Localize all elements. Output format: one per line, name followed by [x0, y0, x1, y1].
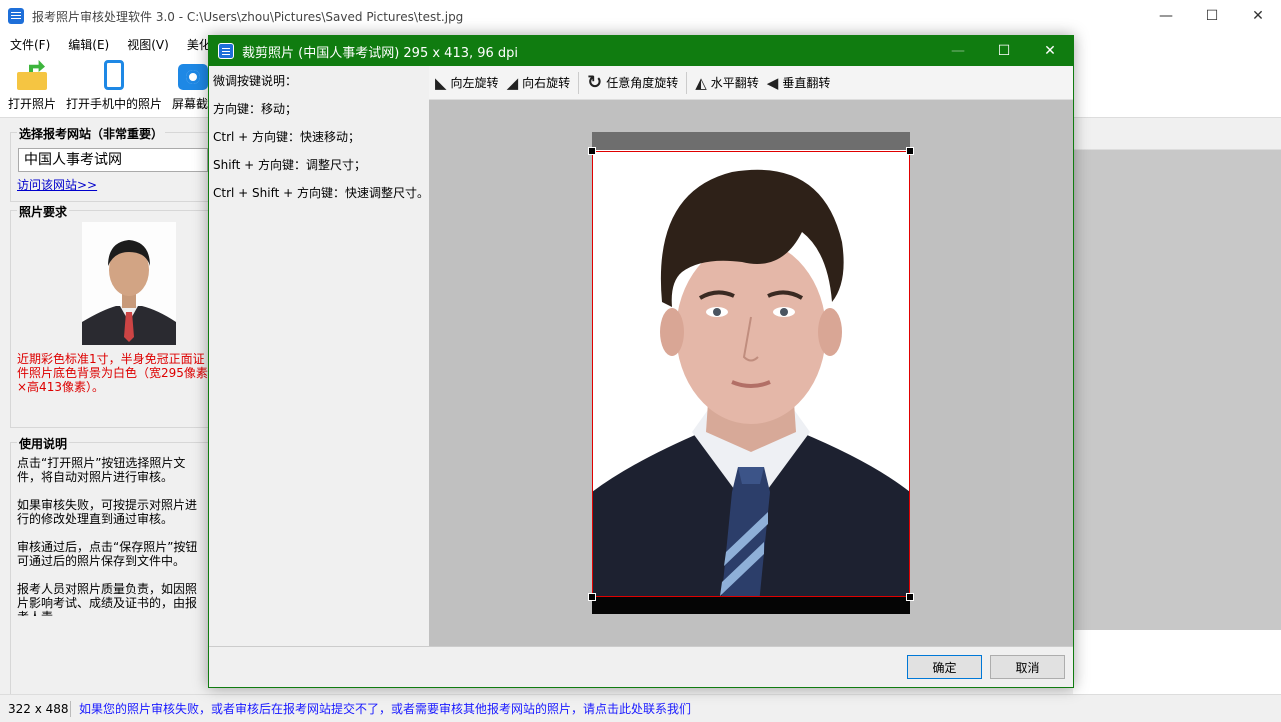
toolbar-separator [686, 71, 688, 94]
screenshot-button[interactable]: 屏幕截 [172, 60, 208, 112]
crop-handle-top-left[interactable] [588, 147, 596, 155]
open-photo-button[interactable]: 打开照片 [8, 60, 56, 112]
help-heading: 微调按键说明： [213, 74, 298, 88]
rotate-right-icon: ◢ [506, 73, 519, 92]
crop-dialog: 裁剪照片 (中国人事考试网) 295 x 413, 96 dpi — ☐ ✕ 微… [208, 35, 1074, 688]
left-panel: 选择报考网站（非常重要） 中国人事考试网 访问该网站>> 照片要求 近期彩色标准… [0, 118, 208, 722]
help-line-fast-move: Ctrl + 方向键：快速移动； [213, 130, 361, 144]
phone-icon [104, 60, 124, 90]
maximize-button[interactable]: ☐ [1189, 0, 1235, 32]
flip-horizontal-label: 水平翻转 [710, 76, 759, 90]
dialog-window-controls: — ☐ ✕ [935, 36, 1073, 66]
status-image-size: 322 x 488 [8, 701, 69, 716]
menu-file[interactable]: 文件(F) [0, 36, 58, 53]
sample-photo [82, 222, 176, 345]
rotate-any-icon: ↻ [587, 72, 603, 93]
open-photo-label: 打开照片 [8, 97, 57, 111]
tab-strip [1073, 118, 1281, 150]
flip-horizontal-icon: ◭ [695, 73, 707, 92]
rotate-any-label: 任意角度旋转 [606, 76, 679, 90]
dialog-app-icon [218, 43, 234, 59]
keyboard-help-panel: 微调按键说明： 方向键：移动； Ctrl + 方向键：快速移动； Shift +… [209, 66, 429, 646]
dialog-toolbar: ◣ 向左旋转 ◢ 向右旋转 ↻ 任意角度旋转 ◭ 水平翻转 ◀ 垂直翻转 [429, 66, 1073, 100]
flip-horizontal-button[interactable]: ◭ 水平翻转 [695, 74, 759, 92]
usage-title: 使用说明 [17, 435, 70, 452]
usage-text: 点击“打开照片”按钮选择照片文件，将自动对照片进行审核。 如果审核失败，可按提示… [17, 456, 198, 616]
requirement-title: 照片要求 [17, 203, 70, 220]
dialog-title: 裁剪照片 (中国人事考试网) 295 x 413, 96 dpi [242, 45, 519, 61]
site-section-title: 选择报考网站（非常重要） [17, 125, 166, 142]
crop-rectangle[interactable] [588, 147, 914, 601]
crop-handle-bottom-left[interactable] [588, 593, 596, 601]
contact-link[interactable]: 如果您的照片审核失败，或者审核后在报考网站提交不了，或者需要审核其他报考网站的照… [79, 700, 691, 717]
rotate-left-label: 向左旋转 [450, 76, 499, 90]
dialog-maximize-button[interactable]: ☐ [981, 36, 1027, 66]
crop-handle-top-right[interactable] [906, 147, 914, 155]
app-icon [8, 8, 24, 24]
minimize-button[interactable]: — [1143, 0, 1189, 32]
flip-vertical-icon: ◀ [766, 73, 779, 92]
rotate-right-button[interactable]: ◢ 向右旋转 [507, 74, 571, 92]
open-phone-photo-label: 打开手机中的照片 [66, 97, 163, 111]
rotate-left-button[interactable]: ◣ 向左旋转 [435, 74, 499, 92]
help-line-resize: Shift + 方向键：调整尺寸； [213, 158, 366, 172]
cancel-button[interactable]: 取消 [990, 655, 1065, 679]
menu-view[interactable]: 视图(V) [117, 36, 177, 53]
close-button[interactable]: ✕ [1235, 0, 1281, 32]
help-line-fast-resize: Ctrl + Shift + 方向键：快速调整尺寸。 [213, 186, 429, 200]
photo-bottom-strip [592, 596, 910, 614]
main-canvas-area [1073, 150, 1281, 630]
dialog-footer: 确定 取消 [209, 646, 1073, 687]
open-phone-photo-button[interactable]: 打开手机中的照片 [66, 60, 162, 112]
toolbar-separator [578, 71, 580, 94]
flip-vertical-label: 垂直翻转 [782, 76, 831, 90]
status-bar: 322 x 488 如果您的照片审核失败，或者审核后在报考网站提交不了，或者需要… [0, 694, 1281, 722]
site-select[interactable]: 中国人事考试网 [18, 148, 208, 172]
window-controls: — ☐ ✕ [1143, 0, 1281, 32]
main-titlebar: 报考照片审核处理软件 3.0 - C:\Users\zhou\Pictures\… [0, 0, 1281, 32]
dialog-close-button[interactable]: ✕ [1027, 36, 1073, 66]
open-folder-icon [15, 60, 49, 90]
dialog-minimize-button[interactable]: — [935, 36, 981, 66]
main-info-area [1073, 630, 1281, 694]
visit-site-link[interactable]: 访问该网站>> [17, 176, 97, 193]
status-divider [70, 700, 71, 717]
help-line-move: 方向键：移动； [213, 102, 298, 116]
crop-handle-bottom-right[interactable] [906, 593, 914, 601]
crop-canvas [429, 100, 1073, 646]
requirement-text: 近期彩色标准1寸，半身免冠正面证件照片底色背景为白色（宽295像素×高413像素… [17, 352, 208, 394]
rotate-left-icon: ◣ [435, 73, 447, 92]
menu-edit[interactable]: 编辑(E) [58, 36, 117, 53]
dialog-titlebar: 裁剪照片 (中国人事考试网) 295 x 413, 96 dpi — ☐ ✕ [209, 36, 1073, 66]
camera-icon [178, 64, 208, 90]
photo-top-strip [592, 132, 910, 150]
flip-vertical-button[interactable]: ◀ 垂直翻转 [767, 74, 831, 92]
ok-button[interactable]: 确定 [907, 655, 982, 679]
window-title: 报考照片审核处理软件 3.0 - C:\Users\zhou\Pictures\… [32, 9, 464, 24]
rotate-any-angle-button[interactable]: ↻ 任意角度旋转 [587, 72, 678, 93]
screenshot-label: 屏幕截 [172, 97, 209, 111]
rotate-right-label: 向右旋转 [522, 76, 571, 90]
